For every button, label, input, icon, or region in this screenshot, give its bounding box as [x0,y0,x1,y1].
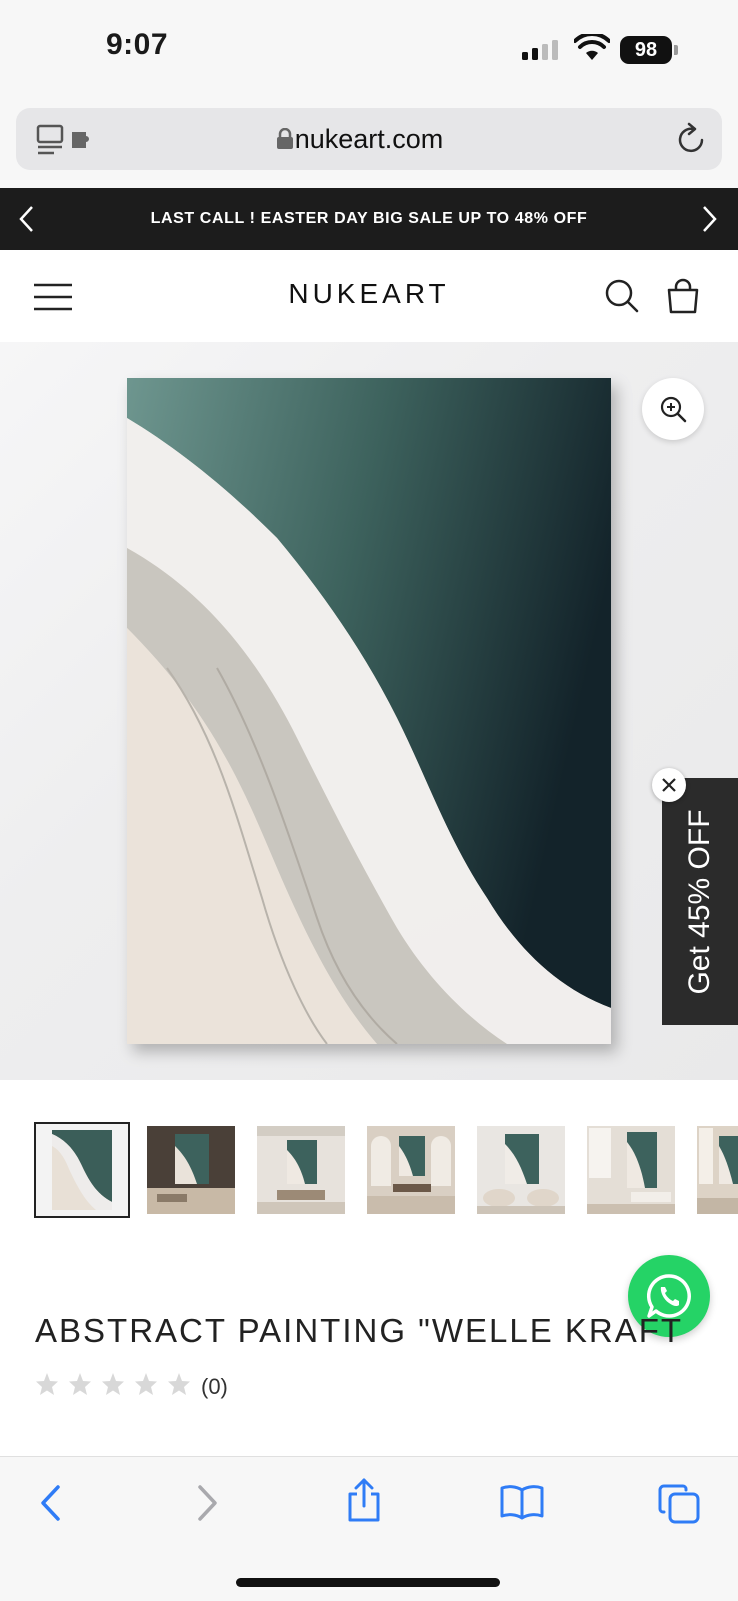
battery-tip [674,45,678,55]
thumbnail-7[interactable] [697,1126,738,1214]
search-icon[interactable] [604,278,640,314]
rating-stars[interactable] [35,1372,195,1400]
bookmarks-icon[interactable] [500,1484,544,1520]
cellular-signal-icon [522,40,558,60]
reload-icon[interactable] [676,122,706,154]
thumbnail-5[interactable] [477,1126,565,1214]
thumbnail-2[interactable] [147,1126,235,1214]
discount-close-button[interactable] [652,768,686,802]
thumbnail-3[interactable] [257,1126,345,1214]
home-indicator [236,1578,500,1587]
close-icon[interactable] [652,768,686,802]
url-text[interactable]: nukeart.com [0,108,738,170]
thumbnail-4[interactable] [367,1126,455,1214]
review-count[interactable]: (0) [201,1374,228,1400]
shopping-bag-icon[interactable] [666,278,700,314]
chevron-right-icon[interactable] [700,203,720,235]
discount-tab-label-wrap[interactable]: Get 45% OFF [662,778,738,1025]
zoom-in-icon[interactable] [659,395,687,423]
tabs-icon[interactable] [658,1484,700,1524]
share-icon[interactable] [346,1478,382,1522]
battery-indicator: 98 [620,36,672,64]
back-arrow-icon[interactable] [38,1484,62,1522]
product-title: ABSTRACT PAINTING "WELLE KRAFT [35,1312,684,1349]
thumbnail-1[interactable] [34,1122,130,1218]
discount-tab-label[interactable]: Get 45% OFF [683,809,717,994]
promo-banner-text[interactable]: LAST CALL ! EASTER DAY BIG SALE UP TO 48… [0,188,738,250]
product-main-image[interactable] [127,378,611,1044]
wifi-icon [574,34,610,60]
forward-arrow-icon[interactable] [196,1484,220,1522]
thumbnail-6[interactable] [587,1126,675,1214]
status-time: 9:07 [106,28,169,61]
